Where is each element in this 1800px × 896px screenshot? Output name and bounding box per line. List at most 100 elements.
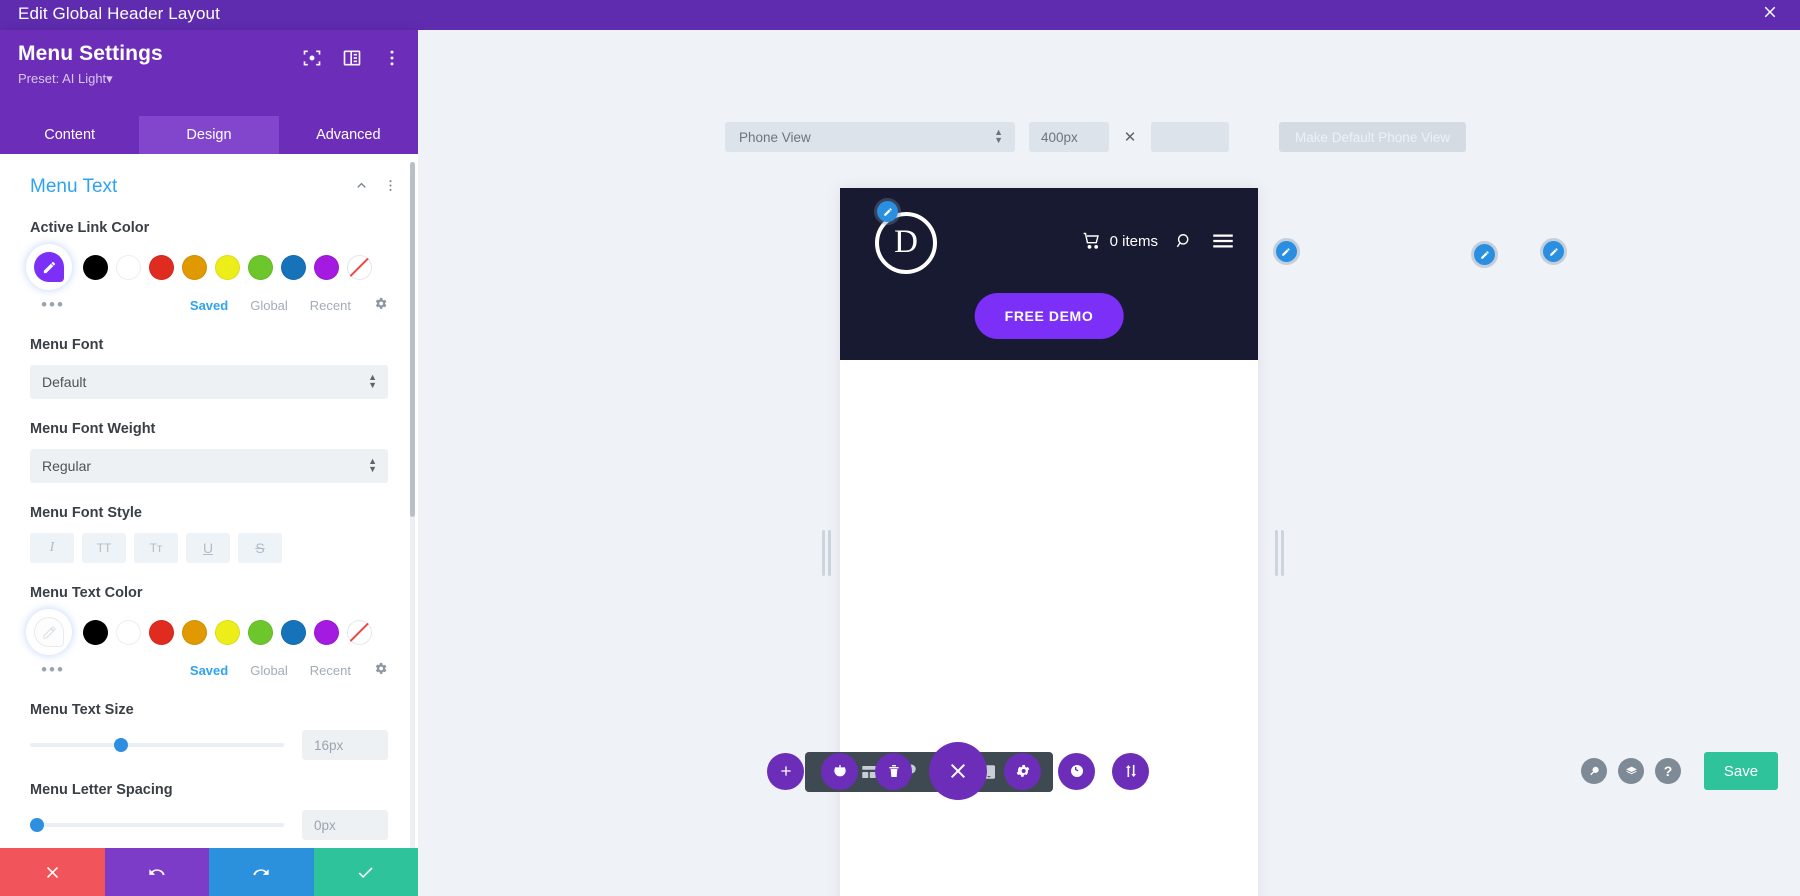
site-header-module[interactable]: D 0 items FREE DEMO xyxy=(840,188,1564,360)
menu-letter-spacing-row: 0px xyxy=(30,810,388,840)
edit-pencil-badge[interactable] xyxy=(1275,241,1297,262)
color-tab-saved[interactable]: Saved xyxy=(190,663,228,678)
swatch-blue[interactable] xyxy=(281,619,306,645)
color-tab-saved[interactable]: Saved xyxy=(190,298,228,313)
edit-pencil-badge[interactable] xyxy=(1543,241,1564,262)
viewport-height-input[interactable] xyxy=(1151,122,1229,152)
menu-text-size-slider[interactable] xyxy=(30,736,284,754)
dimension-separator: ✕ xyxy=(1123,129,1137,146)
settings-button[interactable] xyxy=(1004,752,1041,790)
history-button[interactable] xyxy=(1058,752,1095,790)
portability-button[interactable] xyxy=(1112,752,1149,790)
color-picker-button[interactable] xyxy=(30,248,68,286)
search-button[interactable] xyxy=(1581,758,1607,784)
swatch-black[interactable] xyxy=(83,254,108,280)
color-tab-global[interactable]: Global xyxy=(250,298,288,313)
menu-font-select[interactable]: Default ▲ ▼ xyxy=(30,365,388,399)
uppercase-button[interactable]: TT xyxy=(82,533,126,563)
cancel-button[interactable] xyxy=(0,848,105,896)
add-section-button[interactable] xyxy=(767,752,804,790)
small-caps-button[interactable]: Tᴛ xyxy=(134,533,178,563)
swatch-orange[interactable] xyxy=(182,254,207,280)
chevron-up-icon[interactable] xyxy=(354,178,369,196)
shopping-cart-icon[interactable] xyxy=(1082,231,1102,251)
undo-button[interactable] xyxy=(104,848,209,896)
color-picker-button[interactable] xyxy=(30,613,68,651)
menu-text-size-row: 16px xyxy=(30,730,388,760)
question-mark-icon: ? xyxy=(1663,763,1673,779)
menu-letter-spacing-value[interactable]: 0px xyxy=(302,810,388,840)
strikethrough-button[interactable]: S xyxy=(238,533,282,563)
tab-design[interactable]: Design xyxy=(139,116,279,154)
slider-track xyxy=(30,743,284,747)
layers-button[interactable] xyxy=(1618,758,1644,784)
underline-button[interactable]: U xyxy=(186,533,230,563)
search-module[interactable] xyxy=(1174,231,1495,265)
focus-icon[interactable] xyxy=(302,48,322,68)
more-colors-button[interactable]: ••• xyxy=(30,295,76,315)
tab-content[interactable]: Content xyxy=(0,116,139,154)
make-default-phone-view-button[interactable]: Make Default Phone View xyxy=(1279,122,1467,152)
swatch-purple[interactable] xyxy=(314,254,339,280)
close-menu-button[interactable] xyxy=(929,742,987,800)
color-tab-recent[interactable]: Recent xyxy=(310,298,351,313)
swatch-transparent[interactable] xyxy=(347,619,372,645)
toggle-builder-button[interactable] xyxy=(821,752,858,790)
color-tab-global[interactable]: Global xyxy=(250,663,288,678)
menu-letter-spacing-slider[interactable] xyxy=(30,816,284,834)
swatch-yellow[interactable] xyxy=(215,619,240,645)
swatch-white[interactable] xyxy=(116,619,141,645)
preview-canvas: Phone View ▲ ▼ 400px ✕ Make Default Phone… xyxy=(418,30,1800,896)
swatch-green[interactable] xyxy=(248,619,273,645)
menu-module[interactable] xyxy=(1210,228,1564,262)
swatch-yellow[interactable] xyxy=(215,254,240,280)
field-menu-text-size: Menu Text Size 16px xyxy=(0,702,418,760)
chevron-updown-icon: ▲ ▼ xyxy=(368,372,377,390)
swatch-white[interactable] xyxy=(116,254,141,280)
hamburger-menu-icon[interactable] xyxy=(1210,228,1236,254)
menu-font-value: Default xyxy=(42,374,87,390)
swatch-red[interactable] xyxy=(149,619,174,645)
responsive-view-toolbar: Phone View ▲ ▼ 400px ✕ Make Default Phone… xyxy=(725,122,1467,152)
swatch-transparent[interactable] xyxy=(347,254,372,280)
cart-module[interactable]: 0 items xyxy=(1082,231,1297,262)
edit-pencil-badge[interactable] xyxy=(1474,244,1495,265)
field-menu-font-weight: Menu Font Weight Regular ▲ ▼ xyxy=(0,421,418,483)
save-button[interactable]: Save xyxy=(1704,752,1778,790)
help-button[interactable]: ? xyxy=(1655,758,1681,784)
italic-button[interactable]: I xyxy=(30,533,74,563)
resize-handle-left[interactable] xyxy=(820,528,832,578)
layout-columns-icon[interactable] xyxy=(342,48,362,68)
redo-button[interactable] xyxy=(209,848,314,896)
tab-advanced[interactable]: Advanced xyxy=(279,116,418,154)
more-colors-button[interactable]: ••• xyxy=(30,660,76,680)
viewport-width-input[interactable]: 400px xyxy=(1029,122,1109,152)
slider-knob[interactable] xyxy=(113,738,128,752)
slider-knob[interactable] xyxy=(30,818,44,832)
gear-icon[interactable] xyxy=(373,661,388,679)
menu-font-weight-select[interactable]: Regular ▲ ▼ xyxy=(30,449,388,483)
swatch-orange[interactable] xyxy=(182,619,207,645)
chevron-updown-icon: ▲ ▼ xyxy=(368,456,377,474)
panel-preset[interactable]: Preset: AI Light▾ xyxy=(18,71,400,87)
field-label: Menu Text Color xyxy=(30,585,143,601)
edit-pencil-badge[interactable] xyxy=(877,201,898,222)
view-mode-select[interactable]: Phone View ▲ ▼ xyxy=(725,122,1015,152)
kebab-menu-icon[interactable] xyxy=(382,48,402,68)
swatch-blue[interactable] xyxy=(281,254,306,280)
swatch-black[interactable] xyxy=(83,619,108,645)
menu-text-size-value[interactable]: 16px xyxy=(302,730,388,760)
color-tab-recent[interactable]: Recent xyxy=(310,663,351,678)
search-icon[interactable] xyxy=(1174,231,1194,251)
gear-icon[interactable] xyxy=(373,296,388,314)
trash-button[interactable] xyxy=(875,752,912,790)
section-options-kebab-icon[interactable] xyxy=(383,178,398,196)
swatch-red[interactable] xyxy=(149,254,174,280)
swatch-purple[interactable] xyxy=(314,619,339,645)
close-icon[interactable] xyxy=(1758,3,1782,27)
scrollbar-thumb[interactable] xyxy=(410,162,415,517)
resize-handle-right[interactable] xyxy=(1273,528,1285,578)
confirm-button[interactable] xyxy=(313,848,418,896)
free-demo-button[interactable]: FREE DEMO xyxy=(974,293,1124,339)
swatch-green[interactable] xyxy=(248,254,273,280)
